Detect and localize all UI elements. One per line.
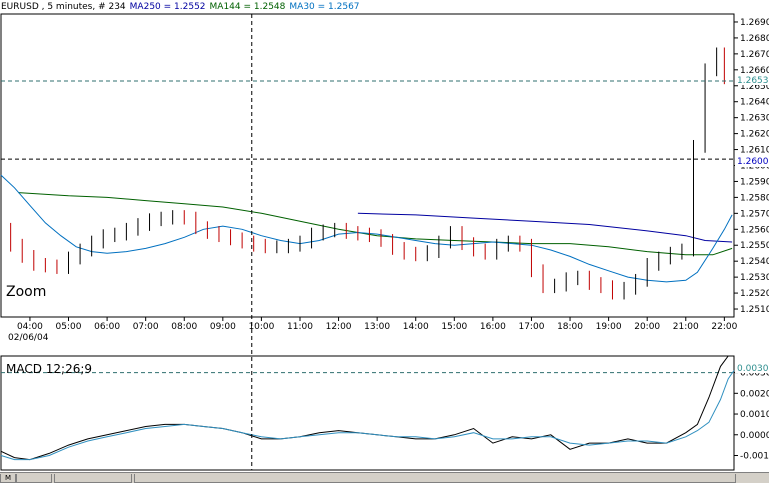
- y-tick-label: 1.2520: [740, 289, 769, 299]
- x-tick-label: 19:00: [596, 322, 622, 332]
- macd-y-tick-label: 0.0010: [740, 410, 769, 420]
- x-tick-label: 22:00: [711, 322, 737, 332]
- price-tag-upper-text: 1.2653: [737, 76, 769, 86]
- macd-panel[interactable]: -0.0010 0.0000 0.0010 0.0020 0.0030 MACD 12;…: [0, 355, 769, 471]
- y-tick-label: 1.2630: [740, 114, 769, 124]
- x-tick-label: 10:00: [248, 322, 274, 332]
- x-tick-label: 04:00: [17, 322, 43, 332]
- y-tick-label: 1.2510: [740, 305, 769, 315]
- y-tick-label: 1.2570: [740, 209, 769, 219]
- x-tick-label: 15:00: [441, 322, 467, 332]
- y-tick-label: 1.2540: [740, 257, 769, 267]
- macd-y-tick-label: -0.0010: [740, 451, 769, 461]
- x-tick-label: 05:00: [56, 322, 82, 332]
- macd-label: MACD 12;26;9: [6, 362, 92, 376]
- x-tick-label: 20:00: [634, 322, 660, 332]
- x-tick-label: 16:00: [480, 322, 506, 332]
- x-tick-label: 11:00: [287, 322, 313, 332]
- y-tick-label: 1.2640: [740, 98, 769, 108]
- x-tick-label: 14:00: [403, 322, 429, 332]
- y-tick-label: 1.2620: [740, 130, 769, 140]
- x-tick-label: 07:00: [133, 322, 159, 332]
- y-tick-label: 1.2670: [740, 50, 769, 60]
- x-tick-label: 21:00: [673, 322, 699, 332]
- macd-tag-top: 0.0030: [735, 361, 769, 374]
- x-tick-label: 09:00: [210, 322, 236, 332]
- y-tick-label: 1.2580: [740, 193, 769, 203]
- macd-y-tick-label: 0.0000: [740, 431, 769, 441]
- y-tick-label: 1.2610: [740, 146, 769, 156]
- y-tick-label: 1.2590: [740, 177, 769, 187]
- x-tick-label: 17:00: [518, 322, 544, 332]
- y-tick-label: 1.2560: [740, 225, 769, 235]
- x-tick-label: 13:00: [364, 322, 390, 332]
- price-panel[interactable]: 1.2510 1.2520 1.2530 1.2540 1.2550 1.2560 1.25…: [0, 13, 769, 343]
- date-label: 02/06/04: [8, 333, 49, 343]
- price-tag-upper: 1.2653: [735, 73, 769, 86]
- price-tag-lower-text: 1.2600: [737, 157, 769, 167]
- y-tick-label: 1.2690: [740, 18, 769, 28]
- zoom-label[interactable]: Zoom: [6, 284, 46, 300]
- macd-y-tick-label: 0.0020: [740, 389, 769, 399]
- bottom-tab-bar[interactable]: M: [0, 472, 769, 483]
- macd-tag-top-text: 0.0030: [737, 364, 769, 374]
- x-tick-label: 18:00: [557, 322, 583, 332]
- y-tick-label: 1.2680: [740, 34, 769, 44]
- y-tick-label: 1.2550: [740, 241, 769, 251]
- price-tag-lower: 1.2600: [735, 155, 769, 167]
- y-tick-label: 1.2530: [740, 273, 769, 283]
- x-tick-label: 06:00: [94, 322, 120, 332]
- x-tick-label: 12:00: [326, 322, 352, 332]
- x-tick-label: 08:00: [171, 322, 197, 332]
- chart-canvas[interactable]: 1.2510 1.2520 1.2530 1.2540 1.2550 1.2560 1.25…: [0, 0, 769, 482]
